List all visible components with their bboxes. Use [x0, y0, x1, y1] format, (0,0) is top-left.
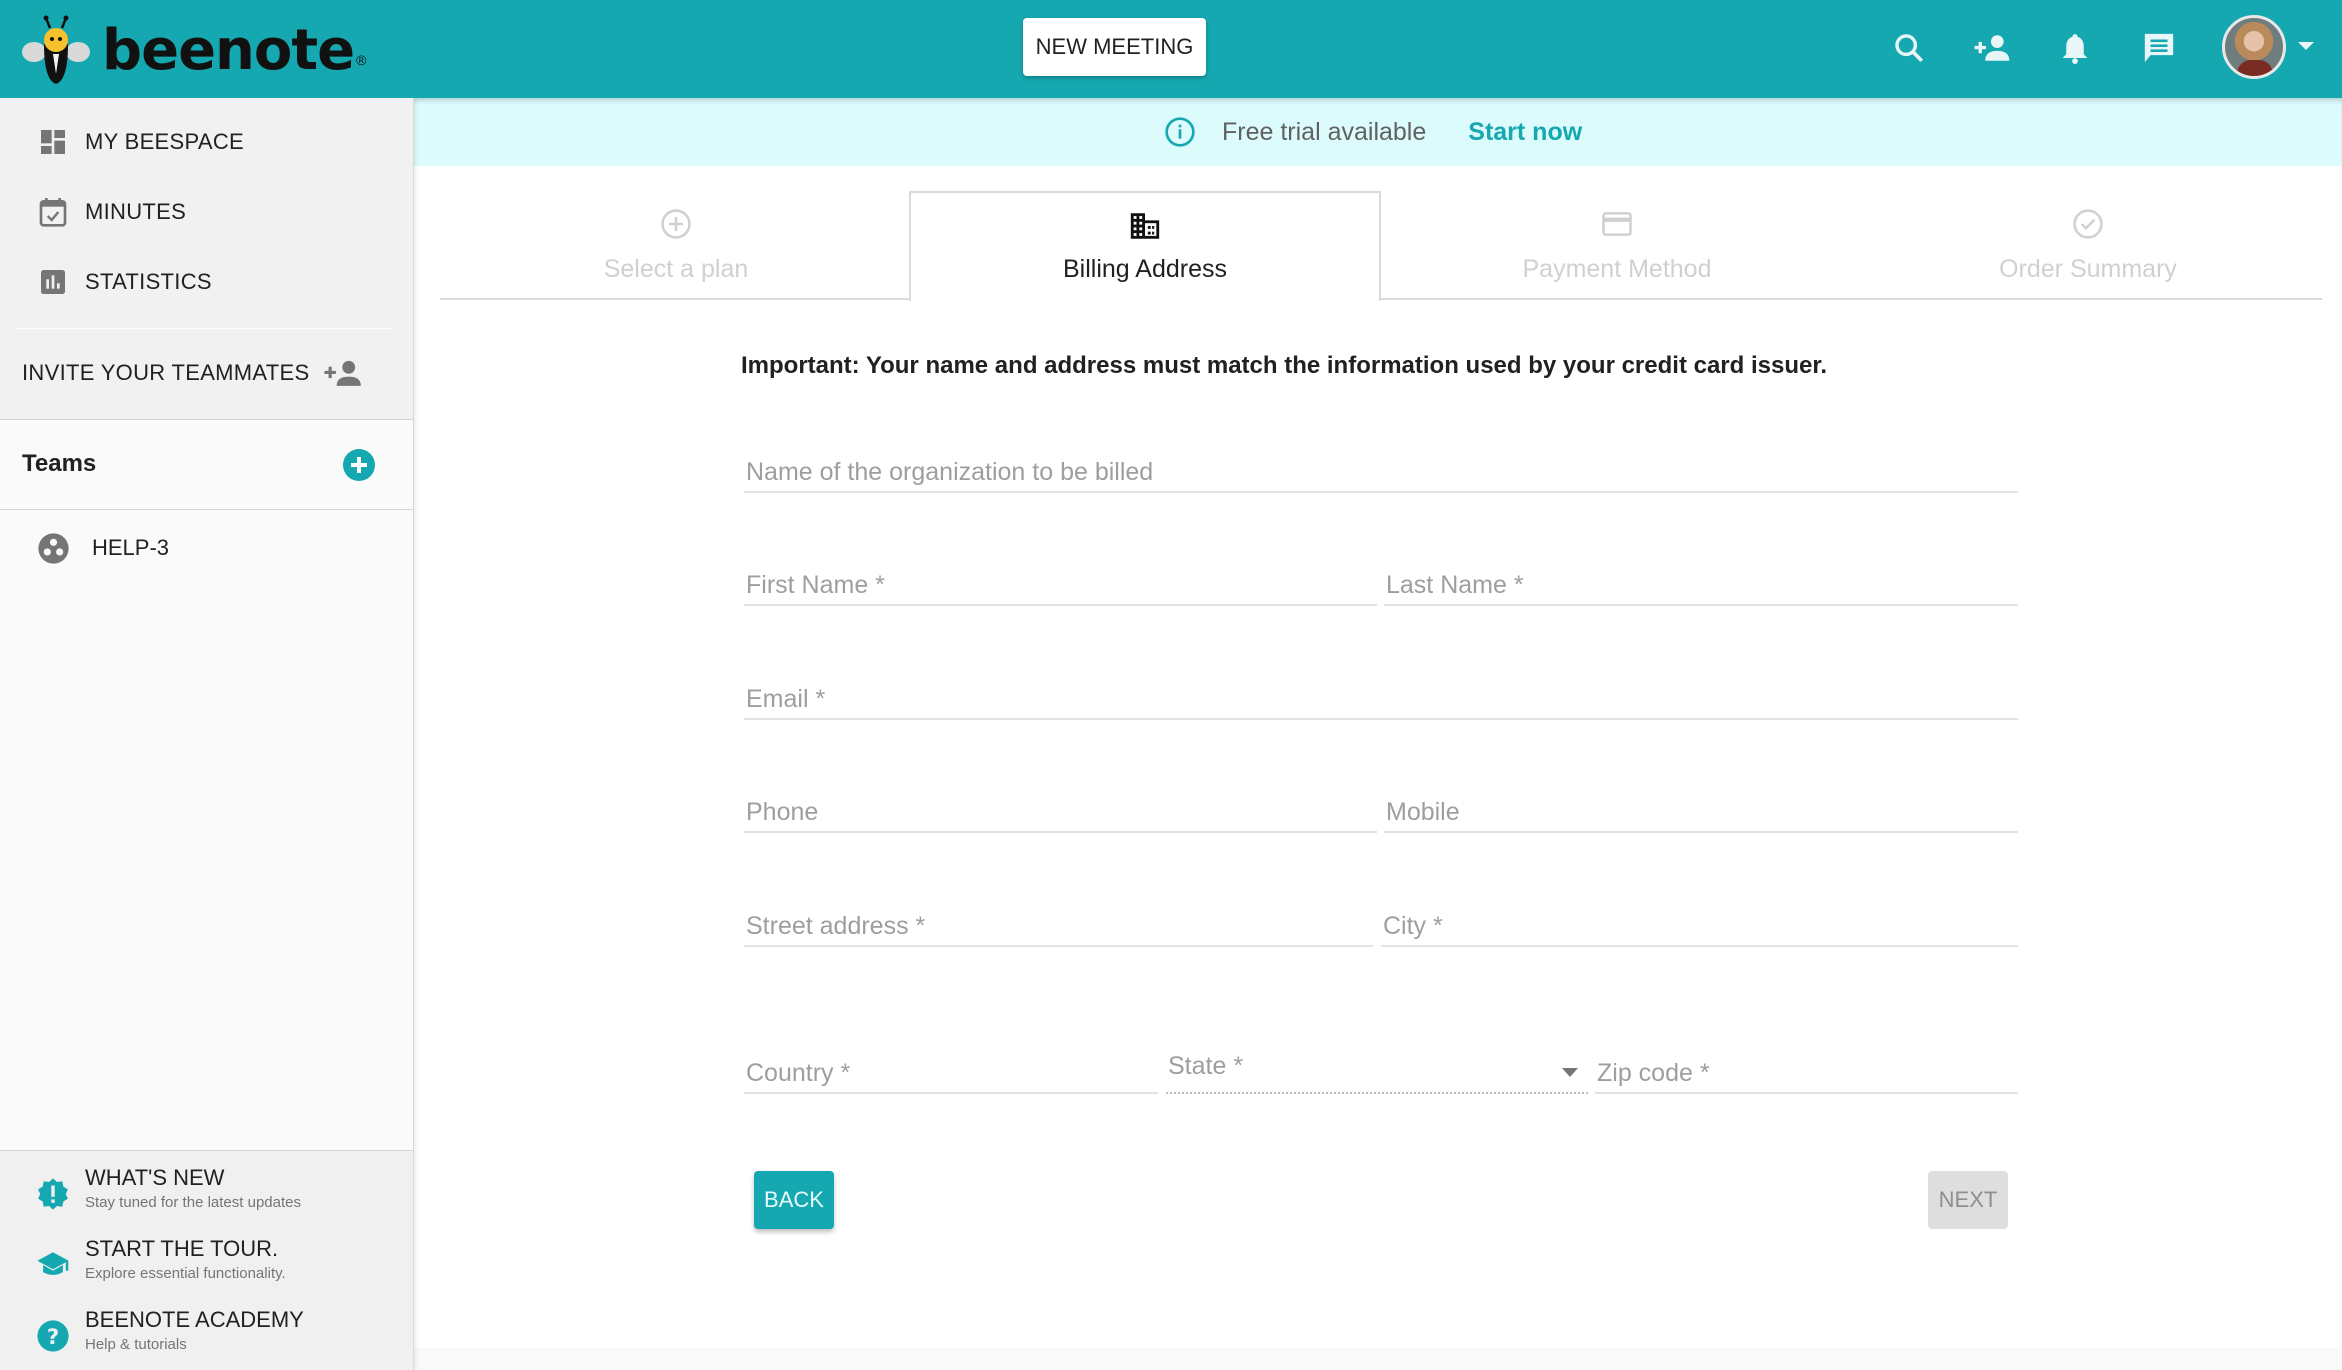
sidebar-item-minutes[interactable]: MINUTES	[0, 182, 414, 242]
sidebar-item-label: STATISTICS	[85, 269, 212, 294]
logo-wordmark: beenote	[102, 18, 355, 83]
mobile-field[interactable]	[1384, 785, 2018, 833]
new-badge-icon	[38, 1178, 68, 1210]
first-name-input[interactable]	[744, 558, 1377, 604]
city-input[interactable]	[1381, 899, 2018, 945]
last-name-input[interactable]	[1384, 558, 2018, 604]
dropdown-caret-icon	[1562, 1068, 1578, 1077]
state-select[interactable]: State *	[1166, 1046, 1588, 1094]
add-user-icon	[324, 360, 362, 386]
search-icon	[1895, 34, 1924, 63]
help-circle-icon: ?	[37, 1320, 69, 1352]
help-item-subtitle: Stay tuned for the latest updates	[85, 1194, 301, 1211]
check-circle-icon	[2073, 209, 2103, 239]
top-app-bar: beenote ® NEW MEETING	[0, 0, 2342, 98]
sidebar-divider	[17, 328, 393, 329]
plus-circle-icon	[661, 209, 691, 239]
invite-teammates-button[interactable]: INVITE YOUR TEAMMATES	[22, 343, 363, 403]
organization-input[interactable]	[744, 445, 2018, 491]
country-input[interactable]	[744, 1046, 1158, 1092]
invite-teammates-label: INVITE YOUR TEAMMATES	[22, 360, 310, 385]
first-name-field[interactable]	[744, 558, 1377, 606]
sidebar-item-statistics[interactable]: STATISTICS	[0, 252, 414, 312]
help-item-title: WHAT'S NEW	[85, 1165, 225, 1190]
beenote-academy-link[interactable]: ? BEENOTE ACADEMY Help & tutorials	[0, 1303, 413, 1369]
teams-title: Teams	[22, 450, 97, 477]
checkout-stepper: Select a plan Billing Address Payment Me…	[440, 191, 2324, 301]
calendar-check-icon	[39, 198, 67, 227]
invite-user-button[interactable]	[1969, 24, 2017, 72]
team-item-help-3[interactable]: HELP-3	[0, 518, 413, 578]
help-item-subtitle: Help & tutorials	[85, 1336, 187, 1353]
search-button[interactable]	[1885, 24, 1933, 72]
start-tour-link[interactable]: START THE TOUR. Explore essential functi…	[0, 1232, 413, 1298]
svg-text:?: ?	[47, 1325, 59, 1350]
help-item-title: START THE TOUR.	[85, 1236, 279, 1261]
tab-label: Select a plan	[603, 255, 749, 283]
mobile-input[interactable]	[1384, 785, 2018, 831]
avatar-image	[2237, 60, 2273, 76]
sidebar-item-label: MINUTES	[85, 199, 187, 224]
tab-label: Order Summary	[1999, 255, 2177, 283]
team-item-label: HELP-3	[92, 535, 170, 560]
state-select-label: State *	[1168, 1052, 1244, 1080]
tab-billing-address[interactable]: Billing Address	[909, 191, 1381, 301]
street-address-field[interactable]	[744, 899, 1373, 947]
messages-button[interactable]	[2135, 24, 2183, 72]
tab-select-a-plan[interactable]: Select a plan	[440, 191, 912, 300]
tab-label: Payment Method	[1522, 255, 1712, 283]
sidebar-item-my-beespace[interactable]: MY BEESPACE	[0, 112, 414, 172]
phone-field[interactable]	[744, 785, 1377, 833]
city-field[interactable]	[1381, 899, 2018, 947]
tab-order-summary[interactable]: Order Summary	[1852, 191, 2324, 300]
building-icon	[1130, 213, 1160, 239]
notifications-button[interactable]	[2051, 24, 2099, 72]
free-trial-text: Free trial available	[1222, 117, 1427, 146]
back-button[interactable]: BACK	[754, 1171, 834, 1229]
graduation-cap-icon	[37, 1252, 69, 1275]
start-now-link[interactable]: Start now	[1468, 118, 1582, 147]
chat-icon	[2144, 33, 2174, 63]
help-item-title: BEENOTE ACADEMY	[85, 1307, 304, 1332]
add-team-plus-icon[interactable]	[343, 449, 375, 481]
user-avatar[interactable]	[2222, 15, 2286, 79]
help-item-subtitle: Explore essential functionality.	[85, 1265, 286, 1282]
sidebar: MY BEESPACE MINUTES STATISTICS INVITE YO…	[0, 98, 414, 1370]
email-input[interactable]	[744, 672, 2018, 718]
teams-header: Teams	[0, 420, 413, 510]
dashboard-icon	[41, 130, 65, 154]
organization-field[interactable]	[744, 445, 2018, 493]
zip-code-input[interactable]	[1595, 1046, 2018, 1092]
bar-chart-icon	[41, 270, 65, 294]
add-user-icon	[1974, 35, 2010, 61]
whats-new-link[interactable]: WHAT'S NEW Stay tuned for the latest upd…	[0, 1161, 413, 1227]
info-icon	[1165, 117, 1195, 147]
help-section: WHAT'S NEW Stay tuned for the latest upd…	[0, 1150, 413, 1370]
email-field[interactable]	[744, 672, 2018, 720]
page-bottom-edge	[414, 1348, 2342, 1370]
next-button[interactable]: NEXT	[1928, 1171, 2008, 1229]
country-field[interactable]	[744, 1046, 1158, 1094]
phone-input[interactable]	[744, 785, 1377, 831]
teams-section: Teams HELP-3	[0, 419, 413, 1249]
account-menu-caret-icon[interactable]	[2298, 42, 2314, 50]
team-icon	[38, 532, 69, 564]
tab-payment-method[interactable]: Payment Method	[1381, 191, 1853, 300]
new-meeting-button[interactable]: NEW MEETING	[1023, 18, 1206, 76]
beenote-logo[interactable]: beenote ®	[20, 14, 366, 84]
zip-code-field[interactable]	[1595, 1046, 2018, 1094]
free-trial-banner: Free trial available Start now	[414, 98, 2342, 166]
credit-card-icon	[1602, 212, 1632, 236]
street-address-input[interactable]	[744, 899, 1373, 945]
bell-icon	[2062, 34, 2088, 64]
last-name-field[interactable]	[1384, 558, 2018, 606]
billing-notice: Important: Your name and address must ma…	[741, 352, 1828, 379]
tab-label: Billing Address	[1063, 255, 1227, 283]
registered-mark: ®	[356, 52, 367, 68]
sidebar-item-label: MY BEESPACE	[85, 129, 244, 154]
bee-logo-icon	[22, 15, 90, 84]
